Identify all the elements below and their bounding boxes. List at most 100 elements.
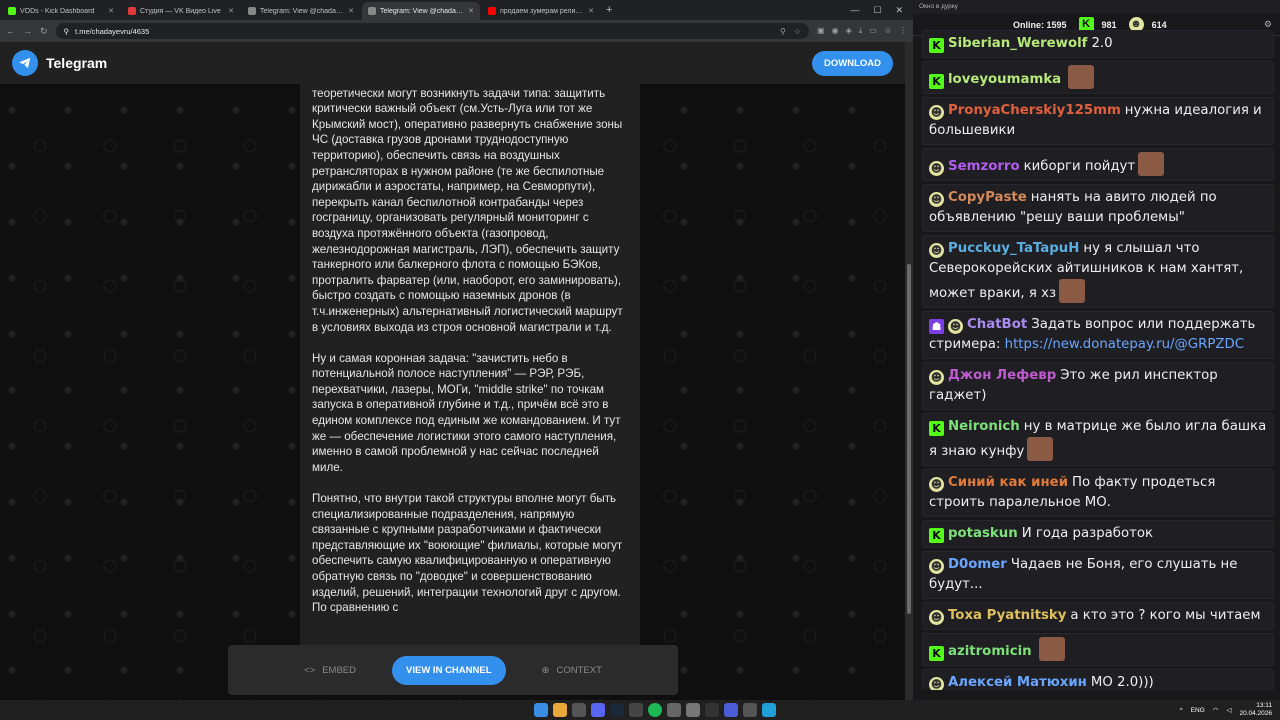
app-icon[interactable] <box>686 703 700 717</box>
menu-icon[interactable]: ⋮ <box>899 26 907 36</box>
context-button[interactable]: ⊕ CONTEXT <box>542 665 602 676</box>
post-paragraph: И у такой структуры, кроме задач военног… <box>312 74 623 334</box>
download-button[interactable]: DOWNLOAD <box>812 50 893 76</box>
app-icon[interactable] <box>572 703 586 717</box>
chat-username[interactable]: azitromicin <box>948 644 1032 659</box>
chat-link[interactable]: https://new.donatepay.ru/@GRPZDC <box>1005 337 1244 352</box>
chrome-icon[interactable] <box>553 703 567 717</box>
back-icon[interactable]: ← <box>6 26 15 36</box>
context-label: CONTEXT <box>556 664 602 676</box>
discord-icon[interactable] <box>591 703 605 717</box>
chat-username[interactable]: Джон Лефевр <box>948 368 1056 383</box>
tab-close-icon[interactable]: ✕ <box>588 7 594 15</box>
app-icon[interactable] <box>705 703 719 717</box>
volume-icon[interactable]: ◁ <box>1226 706 1231 714</box>
tab-close-icon[interactable]: ✕ <box>348 7 354 15</box>
browser-tab[interactable]: Telegram: View @chadayevru ✕ <box>242 2 360 20</box>
chat-username[interactable]: Синий как иней <box>948 475 1068 490</box>
tray-chevron-icon[interactable]: ^ <box>1180 707 1183 714</box>
pepe-badge-icon: ☻ <box>948 319 963 334</box>
tab-close-icon[interactable]: ✕ <box>108 7 114 15</box>
telegram-brand[interactable]: Telegram <box>46 55 107 71</box>
close-icon[interactable]: ✕ <box>895 5 903 16</box>
tab-title: Telegram: View @chadayevru <box>260 7 345 15</box>
pepe-badge-icon: ☻ <box>929 677 944 690</box>
chat-window: Окно в дурку Online: 1595 K 981 ☻ 614 ⚙ KS… <box>913 0 1280 700</box>
chat-message: ☻ Синий как иней По факту продеться строит… <box>922 469 1274 517</box>
chat-username[interactable]: D0omer <box>948 557 1007 572</box>
scrollbar-thumb[interactable] <box>907 264 911 614</box>
chat-username[interactable]: Semzorro <box>948 159 1020 174</box>
chat-username[interactable]: Pucckuy_TaTapuH <box>948 241 1079 256</box>
site-info-icon[interactable]: ⚲ <box>64 27 70 36</box>
app-icon[interactable] <box>724 703 738 717</box>
minimize-icon[interactable]: — <box>850 5 859 15</box>
chat-username[interactable]: Алексей Матюхин <box>948 675 1087 690</box>
tab-title: VODs - Kick Dashboard <box>20 7 95 15</box>
telegram-logo-icon[interactable] <box>12 50 38 76</box>
browser-tab[interactable]: VODs - Kick Dashboard ✕ <box>2 2 120 20</box>
kick-badge-icon: K <box>929 74 944 89</box>
download-icon[interactable]: ⤓ <box>859 26 863 36</box>
tab-close-icon[interactable]: ✕ <box>468 7 474 15</box>
chat-username[interactable]: ChatBot <box>967 317 1027 332</box>
extension-icon[interactable]: ◈ <box>846 26 852 36</box>
chat-window-title: Окно в дурку <box>913 0 1280 14</box>
start-icon[interactable] <box>534 703 548 717</box>
address-input[interactable]: ⚲ t.me/chadayevru/4635 ⚲ ☆ <box>55 23 810 39</box>
app-icon[interactable] <box>667 703 681 717</box>
telegram-taskbar-icon[interactable] <box>762 703 776 717</box>
chat-message: ☻ Pucckuy_TaTapuH ну я слышал что Североко… <box>922 235 1274 308</box>
search-icon[interactable]: ⚲ <box>780 27 786 36</box>
address-bar-row: ← → ↻ ⚲ t.me/chadayevru/4635 ⚲ ☆ ▣ ◉ ◈ ⤓… <box>0 20 913 42</box>
profile-icon[interactable]: ☺ <box>884 26 892 36</box>
online-count: 1595 <box>1046 19 1067 30</box>
emote-image <box>1068 65 1095 89</box>
wifi-icon[interactable]: ◠ <box>1213 706 1219 714</box>
language-indicator[interactable]: ENG <box>1191 707 1205 714</box>
emote-image <box>1059 279 1086 303</box>
extensions-area: ▣ ◉ ◈ ⤓ ▭ ☺ ⋮ <box>817 26 907 36</box>
chat-username[interactable]: CopyPaste <box>948 190 1027 205</box>
split-view-icon[interactable]: ▭ <box>869 26 877 36</box>
chat-username[interactable]: PronyaCherskiy125mm <box>948 103 1121 118</box>
steam-icon[interactable] <box>610 703 624 717</box>
chat-message: ☻ Semzorro киборги пойдут <box>922 148 1274 181</box>
chat-text: 2.0 <box>1091 36 1113 51</box>
chat-username[interactable]: Neironich <box>948 419 1020 434</box>
app-icon[interactable] <box>743 703 757 717</box>
chat-username[interactable]: loveyoumamka <box>948 72 1061 87</box>
settings-gear-icon[interactable]: ⚙ <box>1264 19 1272 30</box>
chat-text: МО 2.0))) <box>1090 675 1154 690</box>
embed-button[interactable]: <> EMBED <box>304 665 356 676</box>
chat-message: ☻ Джон Лефевр Это же рил инспектор гаджет) <box>922 362 1274 410</box>
chat-username[interactable]: Toxa Pyatnitsky <box>948 608 1066 623</box>
pepe-badge-icon: ☻ <box>929 559 944 574</box>
tab-close-icon[interactable]: ✕ <box>228 7 234 15</box>
chat-message: ☻ CopyPaste нанять на авито людей по объяв… <box>922 184 1274 232</box>
tab-title: продаем зумерам религию - <box>500 7 585 15</box>
online-label: Online: <box>1013 19 1044 30</box>
extension-icon[interactable]: ◉ <box>832 26 839 36</box>
reload-icon[interactable]: ↻ <box>40 26 48 37</box>
view-in-channel-button[interactable]: VIEW IN CHANNEL <box>392 655 506 685</box>
app-icon[interactable] <box>629 703 643 717</box>
clock[interactable]: 13:11 20.04.2026 <box>1239 702 1272 718</box>
extension-icon[interactable]: ▣ <box>817 26 825 36</box>
tab-favicon-icon <box>128 7 136 15</box>
browser-tab[interactable]: продаем зумерам религию - ✕ <box>482 2 600 20</box>
maximize-icon[interactable]: ☐ <box>873 5 881 16</box>
forward-icon[interactable]: → <box>23 26 32 36</box>
browser-tab[interactable]: Telegram: View @chadayevru ✕ <box>362 2 480 20</box>
chat-username[interactable]: Siberian_Werewolf <box>948 36 1087 51</box>
pepe-badge-icon: ☻ <box>929 105 944 120</box>
bookmark-star-icon[interactable]: ☆ <box>794 27 801 36</box>
chat-username[interactable]: potaskun <box>948 526 1018 541</box>
new-tab-button[interactable]: + <box>600 2 618 20</box>
page-scrollbar[interactable] <box>905 42 913 700</box>
post-actions-bar: <> EMBED VIEW IN CHANNEL ⊕ CONTEXT <box>228 645 678 695</box>
spotify-icon[interactable] <box>648 703 662 717</box>
browser-tab[interactable]: Студия — VK Видео Live ✕ <box>122 2 240 20</box>
clock-date: 20.04.2026 <box>1239 710 1272 717</box>
embed-label: EMBED <box>322 664 357 676</box>
